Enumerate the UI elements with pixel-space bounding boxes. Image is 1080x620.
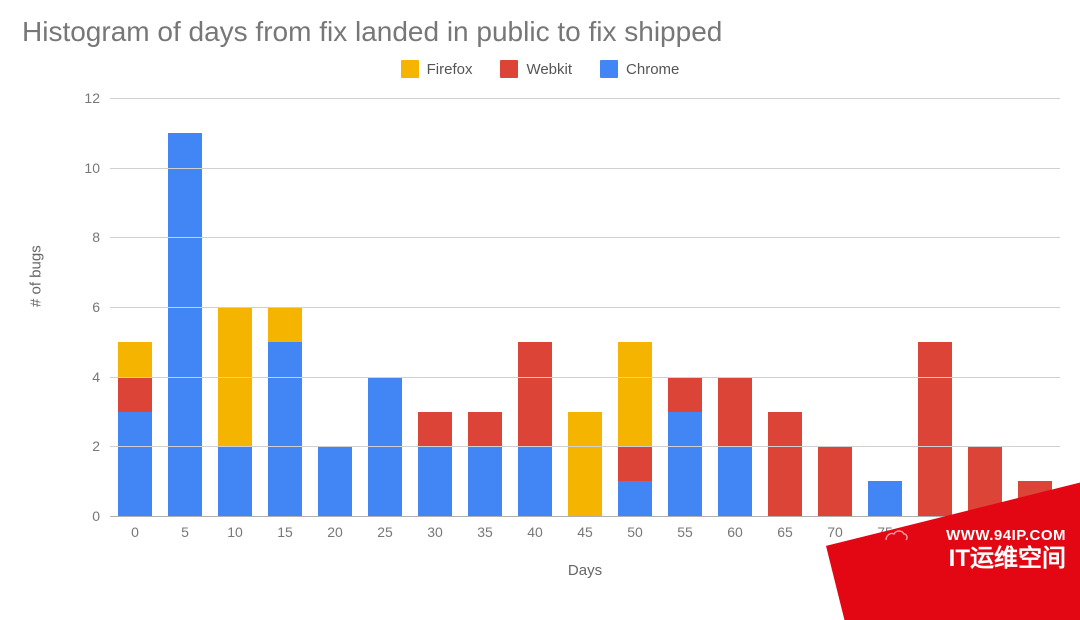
- y-tick-label: 6: [92, 299, 100, 315]
- legend-label: Webkit: [526, 61, 572, 78]
- bar-segment-firefox: [568, 412, 602, 517]
- bar-segment-chrome: [118, 412, 152, 517]
- legend-item-chrome: Chrome: [600, 60, 679, 78]
- x-tick-label: 60: [718, 524, 752, 540]
- x-tick-label: 50: [618, 524, 652, 540]
- x-tick-label: 30: [418, 524, 452, 540]
- x-tick-label: 35: [468, 524, 502, 540]
- bar-segment-firefox: [268, 307, 302, 342]
- x-tick-label: 5: [168, 524, 202, 540]
- chart-legend: Firefox Webkit Chrome: [0, 60, 1080, 78]
- y-tick-label: 12: [84, 90, 100, 106]
- bar-segment-chrome: [718, 446, 752, 516]
- bar-segment-webkit: [818, 446, 852, 516]
- bar-segment-webkit: [918, 342, 952, 516]
- bar-segment-chrome: [518, 446, 552, 516]
- y-tick-label: 8: [92, 229, 100, 245]
- bar-segment-chrome: [418, 446, 452, 516]
- bar-segment-webkit: [768, 412, 802, 517]
- watermark-decoration-icon: [882, 526, 910, 548]
- x-tick-label: 40: [518, 524, 552, 540]
- legend-item-webkit: Webkit: [500, 60, 572, 78]
- x-tick-label: 55: [668, 524, 702, 540]
- legend-item-firefox: Firefox: [401, 60, 473, 78]
- bar-segment-firefox: [618, 342, 652, 447]
- y-tick-label: 0: [92, 508, 100, 524]
- gridline: [110, 98, 1060, 99]
- x-tick-label: 65: [768, 524, 802, 540]
- bar-segment-firefox: [118, 342, 152, 377]
- y-tick-label: 2: [92, 438, 100, 454]
- y-tick-label: 10: [84, 160, 100, 176]
- bar-segment-webkit: [618, 446, 652, 481]
- bar-segment-webkit: [668, 377, 702, 412]
- y-tick-label: 4: [92, 369, 100, 385]
- gridline: [110, 168, 1060, 169]
- bar-segment-webkit: [468, 412, 502, 447]
- gridline: [110, 377, 1060, 378]
- gridline: [110, 307, 1060, 308]
- y-axis-title: # of bugs: [28, 245, 45, 307]
- bar-segment-chrome: [168, 133, 202, 516]
- x-tick-label: 0: [118, 524, 152, 540]
- x-tick-label: 25: [368, 524, 402, 540]
- gridline: [110, 237, 1060, 238]
- bar-segment-chrome: [868, 481, 902, 516]
- legend-label: Firefox: [427, 61, 473, 78]
- x-tick-label: 70: [818, 524, 852, 540]
- chart-plot-area: 051015202530354045505560657075808590 Day…: [110, 98, 1060, 516]
- x-tick-label: 45: [568, 524, 602, 540]
- bar-segment-webkit: [518, 342, 552, 447]
- bar-segment-chrome: [218, 446, 252, 516]
- chart-title: Histogram of days from fix landed in pub…: [22, 16, 722, 48]
- gridline: [110, 516, 1060, 517]
- bar-segment-chrome: [618, 481, 652, 516]
- x-tick-label: 15: [268, 524, 302, 540]
- bar-segment-webkit: [118, 377, 152, 412]
- bar-segment-chrome: [268, 342, 302, 516]
- legend-swatch-icon: [600, 60, 618, 78]
- bar-segment-chrome: [468, 446, 502, 516]
- bar-segment-chrome: [318, 446, 352, 516]
- x-tick-label: 20: [318, 524, 352, 540]
- legend-swatch-icon: [401, 60, 419, 78]
- legend-label: Chrome: [626, 61, 679, 78]
- bar-segment-webkit: [418, 412, 452, 447]
- bar-segment-webkit: [718, 377, 752, 447]
- bar-segment-chrome: [668, 412, 702, 517]
- legend-swatch-icon: [500, 60, 518, 78]
- gridline: [110, 446, 1060, 447]
- x-tick-label: 10: [218, 524, 252, 540]
